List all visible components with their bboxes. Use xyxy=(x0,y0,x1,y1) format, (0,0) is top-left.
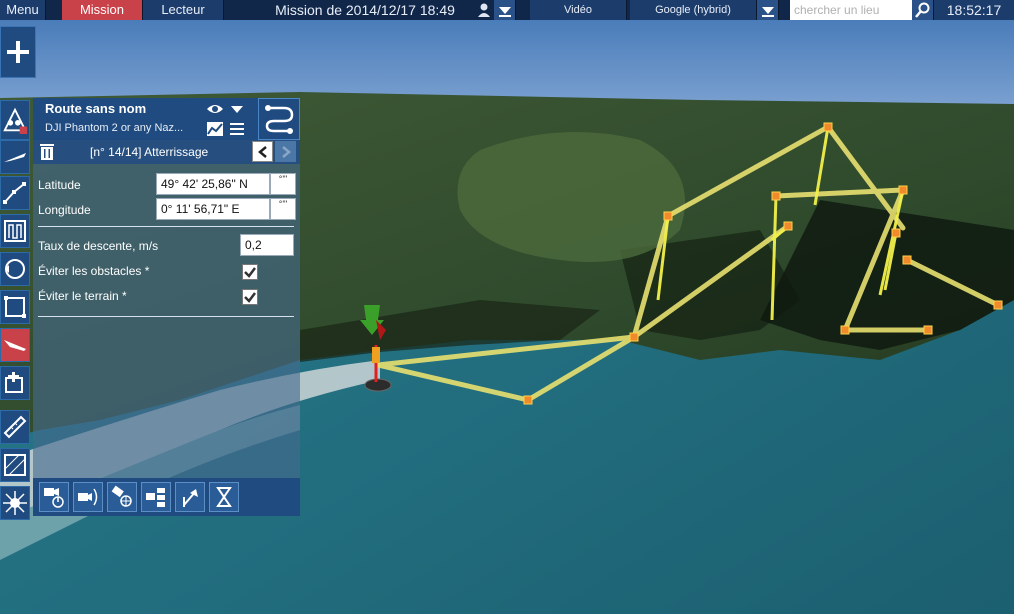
takeoff-button[interactable] xyxy=(0,140,30,174)
previous-waypoint-button[interactable] xyxy=(252,141,273,162)
route-path-button[interactable] xyxy=(258,98,300,140)
tab-mission[interactable]: Mission xyxy=(62,0,143,20)
ruler-button[interactable] xyxy=(0,410,30,444)
descent-rate-input[interactable] xyxy=(240,234,294,256)
menu-button[interactable]: Menu xyxy=(0,0,46,20)
latitude-label: Latitude xyxy=(38,178,81,192)
photo-series-button[interactable] xyxy=(141,482,171,512)
search-input[interactable] xyxy=(790,0,912,20)
descent-rate-label: Taux de descente, m/s xyxy=(38,239,159,253)
camera-power-icon xyxy=(44,488,64,508)
elevation-profile-button[interactable] xyxy=(205,120,225,138)
add-point-icon xyxy=(5,372,23,393)
chevron-down-icon xyxy=(499,7,511,17)
clock: 18:52:17 xyxy=(934,0,1014,20)
burst-icon xyxy=(3,491,27,515)
chart-icon xyxy=(207,122,223,136)
landing-icon xyxy=(4,340,26,351)
waypoint-editor: [n° 14/14] Atterrissage Latitude °'" Lon… xyxy=(33,140,300,516)
search-button[interactable] xyxy=(912,0,934,20)
airplane-icon xyxy=(4,153,26,162)
ruler-icon xyxy=(3,415,27,439)
next-waypoint-button[interactable] xyxy=(275,141,296,162)
waypoints-button[interactable] xyxy=(0,176,30,210)
scan-pattern-icon xyxy=(4,220,26,242)
landing-button[interactable] xyxy=(0,328,30,362)
route-name[interactable]: Route sans nom xyxy=(45,101,146,116)
list-menu-button[interactable] xyxy=(227,120,247,138)
wait-button[interactable] xyxy=(209,482,239,512)
gimbal-icon xyxy=(111,485,132,507)
longitude-format-button[interactable]: °'" xyxy=(270,198,296,220)
search-icon xyxy=(915,2,930,18)
longitude-input[interactable] xyxy=(156,198,270,220)
hatched-area-icon xyxy=(4,454,26,476)
arrow-up-right-icon xyxy=(183,489,198,507)
no-fly-zone-button[interactable] xyxy=(0,448,30,482)
route-panel: Route sans nom DJI Phantom 2 or any Naz.… xyxy=(33,98,300,516)
route-settings-button[interactable] xyxy=(0,100,30,140)
circle-button[interactable] xyxy=(0,252,30,286)
longitude-label: Longitude xyxy=(38,203,91,217)
area-scan-button[interactable] xyxy=(0,214,30,248)
add-route-button[interactable] xyxy=(0,26,36,78)
mission-dropdown-button[interactable] xyxy=(494,0,516,20)
camera-rotate-icon xyxy=(78,488,98,506)
waypoint-title: [n° 14/14] Atterrissage xyxy=(90,145,209,159)
mission-title: Mission de 2014/12/17 18:49 xyxy=(275,2,455,18)
list-icon xyxy=(230,123,244,135)
gimbal-button[interactable] xyxy=(107,482,137,512)
route-settings-icon xyxy=(3,107,28,134)
latitude-format-button[interactable]: °'" xyxy=(270,173,296,195)
route-path-icon xyxy=(265,105,294,134)
visibility-button[interactable] xyxy=(205,100,225,118)
avoid-terrain-checkbox[interactable] xyxy=(242,289,258,305)
waypoint-actions-bar xyxy=(33,478,300,516)
plus-icon xyxy=(7,41,29,63)
chevron-left-icon xyxy=(257,145,267,158)
eye-icon xyxy=(207,105,223,113)
divider xyxy=(38,316,294,317)
perimeter-button[interactable] xyxy=(0,290,30,324)
camera-grid-icon xyxy=(146,488,165,507)
route-dropdown-button[interactable] xyxy=(227,100,247,118)
avoid-obstacles-label: Éviter les obstacles * xyxy=(38,264,150,278)
avoid-obstacles-checkbox[interactable] xyxy=(242,264,258,280)
waypoint-header: [n° 14/14] Atterrissage xyxy=(33,140,300,164)
latitude-input[interactable] xyxy=(156,173,270,195)
checkmark-icon xyxy=(244,292,256,303)
hourglass-icon xyxy=(216,487,232,507)
divider xyxy=(38,226,294,227)
top-bar: Menu Mission Lecteur Mission de 2014/12/… xyxy=(0,0,1014,20)
tab-lecteur[interactable]: Lecteur xyxy=(143,0,224,20)
map-layer-dropdown-button[interactable] xyxy=(757,0,779,20)
avoid-terrain-label: Éviter le terrain * xyxy=(38,289,127,303)
chevron-down-icon xyxy=(231,106,243,113)
camera-rotate-button[interactable] xyxy=(73,482,103,512)
trash-icon xyxy=(40,144,54,160)
polyline-icon xyxy=(3,182,26,204)
add-waypoint-button[interactable] xyxy=(0,366,30,400)
video-button[interactable]: Vidéo xyxy=(530,0,627,20)
light-button[interactable] xyxy=(0,486,30,520)
circle-icon xyxy=(5,259,25,279)
altitude-button[interactable] xyxy=(175,482,205,512)
chevron-right-icon xyxy=(281,145,291,158)
camera-start-button[interactable] xyxy=(39,482,69,512)
chevron-down-icon xyxy=(762,7,774,17)
map-layer-select[interactable]: Google (hybrid) xyxy=(630,0,757,20)
coord-format-label: °'" xyxy=(278,199,288,209)
delete-waypoint-button[interactable] xyxy=(37,142,57,162)
square-icon xyxy=(4,296,26,318)
checkmark-icon xyxy=(244,267,256,278)
route-drone[interactable]: DJI Phantom 2 or any Naz... xyxy=(45,122,183,134)
user-icon[interactable] xyxy=(474,0,494,20)
coord-format-label: °'" xyxy=(278,174,288,184)
